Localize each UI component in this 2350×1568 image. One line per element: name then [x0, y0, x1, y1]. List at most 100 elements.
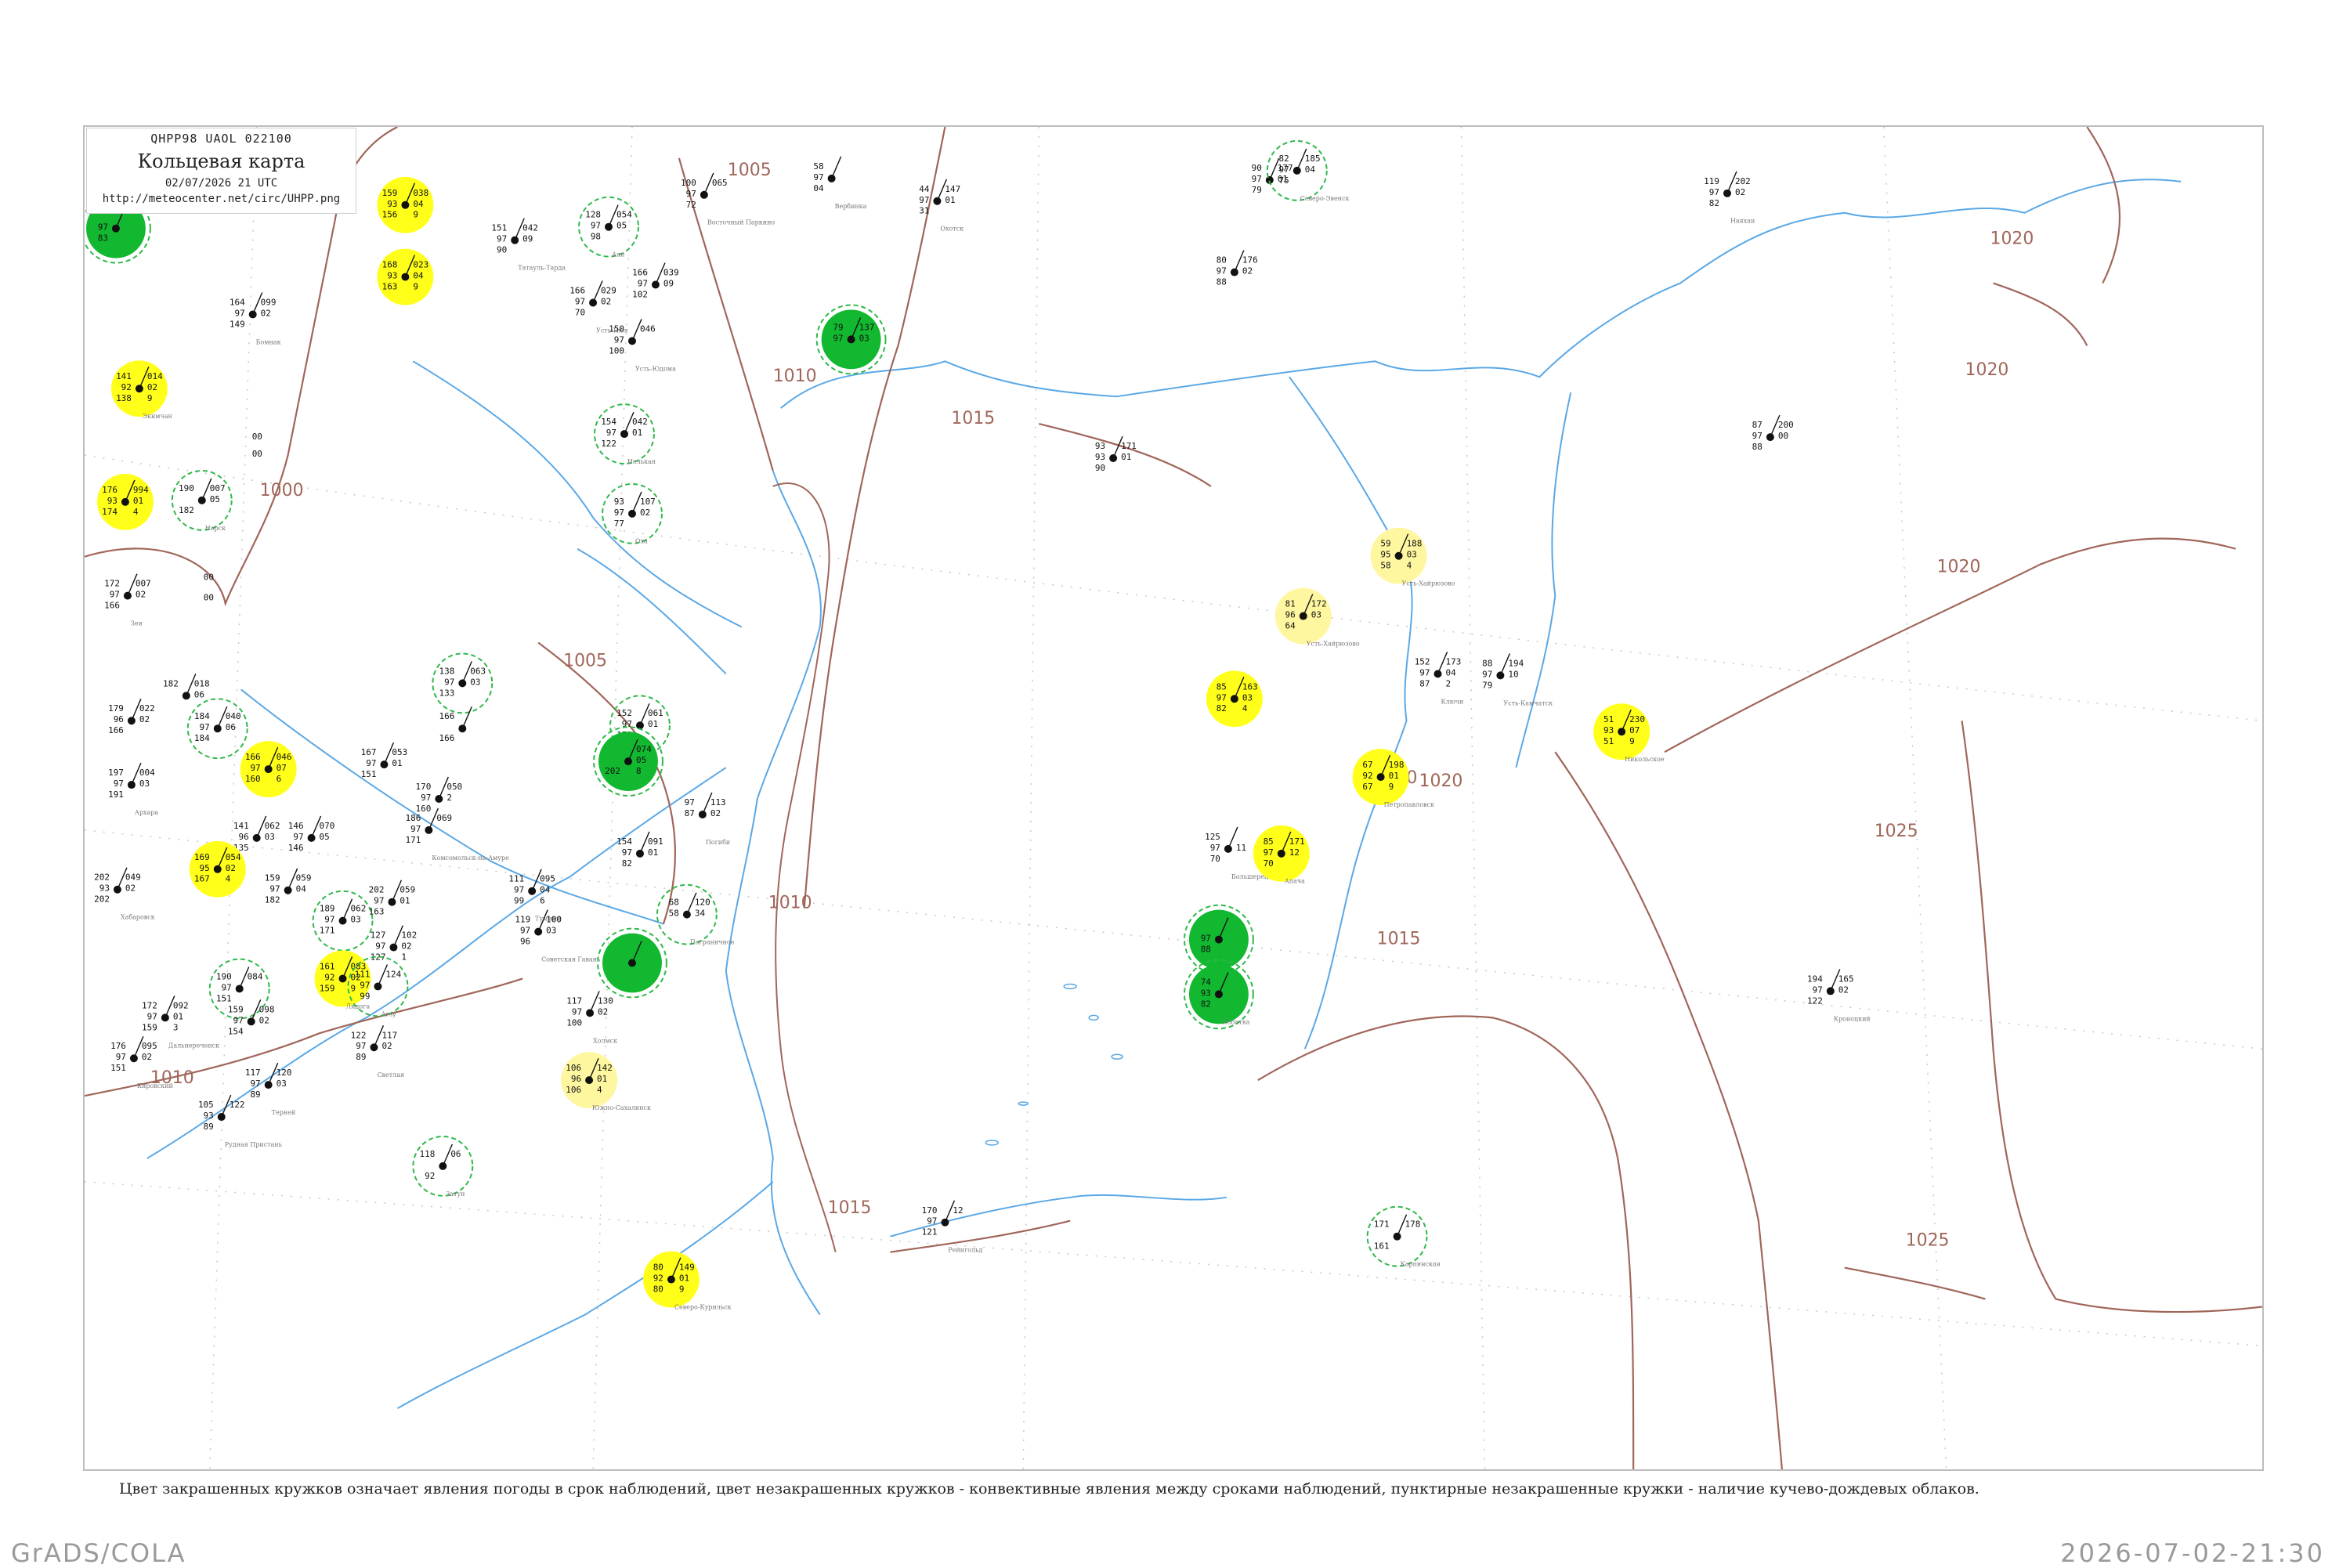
- station-name: Кроноцкий: [1834, 1015, 1871, 1022]
- station-plot: 1199782 20202 Наяхан: [1704, 171, 1755, 225]
- station-value-left: 168: [382, 260, 398, 270]
- station-value-left: 166: [108, 725, 124, 735]
- station-plot: 9788: [1183, 904, 1254, 975]
- station-value-right: 02: [147, 382, 157, 392]
- station-dot: [264, 765, 273, 774]
- station-value-right: 03: [859, 333, 870, 343]
- station-value-left: 97: [591, 221, 601, 231]
- station-value-right: 046: [277, 752, 292, 762]
- station-value-right: 07: [277, 763, 287, 773]
- station-plot: 93939017101: [1095, 435, 1137, 473]
- station-name: Светлая: [377, 1071, 404, 1078]
- station-value-right: 02: [640, 508, 650, 518]
- isobar-label: 1020: [1990, 229, 2034, 249]
- station-value-right: 124: [385, 969, 401, 979]
- station-value-right: 1: [401, 952, 407, 963]
- station-dot: [698, 810, 707, 818]
- graticule: [85, 127, 2262, 1469]
- map-url[interactable]: http://meteocenter.net/circ/UHPP.png: [87, 193, 356, 205]
- station-value-right: 06: [194, 689, 204, 699]
- station-plot: 182 01806: [163, 674, 210, 699]
- station-plot: 18997171 06203: [312, 890, 374, 952]
- sakhalin-island: [772, 482, 837, 1252]
- station-value-right: 02: [1838, 985, 1849, 995]
- station-plot: 749382 Лопатка: [1183, 959, 1254, 1030]
- station-value-left: 117: [566, 995, 582, 1006]
- station-value-left: 202: [369, 885, 385, 895]
- station-value-right: 01: [679, 1274, 689, 1284]
- station-value-left: 82: [622, 858, 632, 869]
- station-value-right: 12: [1289, 847, 1300, 858]
- station-value-right: 04: [413, 199, 424, 209]
- bulletin-code: QHPP98 UAOL 022100: [150, 132, 292, 146]
- station-plot: 202 074058: [593, 726, 663, 797]
- station-value-right: 02: [401, 941, 411, 952]
- station-value-left: 166: [632, 268, 648, 278]
- station-plot: 171 161 178 Карпинская: [1366, 1205, 1441, 1268]
- station-value-left: 79: [1482, 680, 1492, 690]
- station-value-right: 4: [597, 1085, 602, 1095]
- station-plot: 519351 230079 Никольское: [1593, 703, 1665, 763]
- station-value-right: 02: [601, 296, 611, 306]
- station-value-left: 125: [1205, 832, 1220, 842]
- misc-label: 00: [204, 593, 214, 603]
- wind-barb: [830, 156, 842, 179]
- station-plot: 18497184 04006: [186, 698, 248, 760]
- station-name: Усть-Хайрюзово: [1307, 640, 1360, 647]
- station-plot: 19797191 00403 Архара: [108, 762, 158, 816]
- station-value-right: 02: [142, 1052, 152, 1062]
- station-value-left: 138: [439, 666, 454, 676]
- station-value-left: 77: [614, 518, 624, 529]
- station-name: Советская Гавань: [541, 956, 600, 963]
- station-plot: 589704 Вербинка: [813, 156, 867, 210]
- station-value-left: 133: [439, 688, 454, 698]
- station-dot: [651, 280, 660, 289]
- station-name: Аян: [612, 251, 624, 258]
- station-value-left: 87: [1419, 678, 1430, 688]
- footer-timestamp: 2026-07-02-21:30: [2060, 1538, 2325, 1568]
- station-name: Татауль-Тарда: [518, 265, 566, 272]
- station-value-left: 51: [1603, 736, 1614, 746]
- station-value-left: 97: [1252, 174, 1262, 184]
- station-value-right: 01: [648, 719, 658, 729]
- station-value-left: 93: [1095, 441, 1105, 451]
- station-value-left: 93: [99, 883, 110, 894]
- station-value-left: 31: [919, 206, 929, 216]
- station-name: Терней: [272, 1109, 295, 1116]
- station-value-left: 182: [179, 505, 194, 515]
- station-value-right: 02: [710, 808, 721, 818]
- station-value-right: 2: [1446, 678, 1452, 688]
- station-value-left: 159: [142, 1022, 157, 1032]
- station-value-right: 194: [1508, 658, 1524, 668]
- station-value-left: 160: [245, 774, 261, 784]
- station-value-right: 02: [139, 714, 150, 724]
- station-value-left: 97: [685, 797, 695, 807]
- station-value-right: 102: [401, 930, 417, 941]
- station-value-left: 97: [497, 234, 507, 244]
- station-name: Лопатка: [1222, 1018, 1250, 1025]
- station-value-right: 059: [296, 873, 312, 883]
- map-datetime: 02/07/2026 21 UTC: [164, 177, 278, 190]
- station-value-right: 038: [413, 188, 428, 198]
- station-value-left: 96: [520, 937, 530, 947]
- station-value-left: 154: [601, 417, 616, 427]
- station-value-left: 99: [360, 991, 370, 1001]
- station-value-right: 188: [1407, 539, 1423, 549]
- station-value-left: 161: [320, 961, 335, 971]
- station-value-right: 03: [1407, 550, 1417, 560]
- station-value-left: 141: [116, 371, 132, 381]
- station-value-right: 02: [1242, 266, 1253, 276]
- station-value-left: 97: [110, 590, 120, 600]
- station-plot: 11797100 13002 Холмск: [566, 991, 617, 1044]
- station-plot: 20293202 04902 Хабаровск: [94, 867, 155, 921]
- station-value-left: 82: [1279, 154, 1289, 164]
- station-value-right: 113: [710, 797, 726, 807]
- isobar-label: 1025: [1875, 822, 1918, 841]
- station-value-right: 01: [392, 758, 402, 768]
- isobars: [85, 127, 2262, 1469]
- station-value-left: 97: [520, 926, 530, 936]
- station-value-right: 120: [695, 898, 710, 908]
- station-plot: 118 92 06 Затун: [412, 1135, 474, 1198]
- station-value-left: 141: [233, 821, 249, 831]
- station-value-left: 72: [686, 200, 696, 210]
